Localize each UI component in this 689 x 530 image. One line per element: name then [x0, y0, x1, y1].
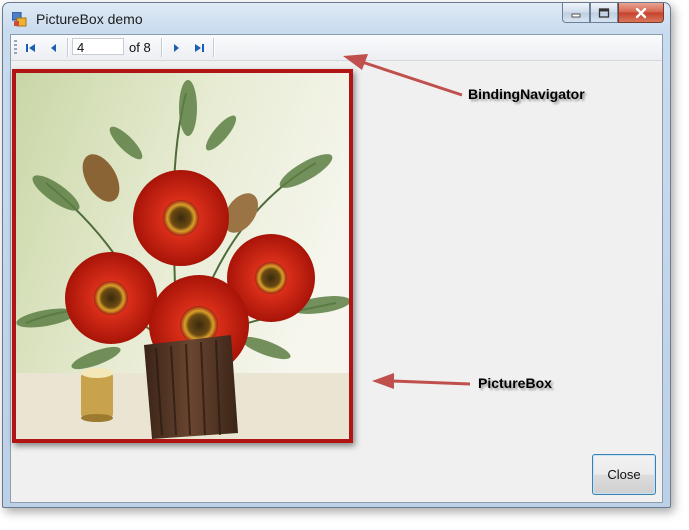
binding-navigator-annotation: BindingNavigator	[468, 86, 585, 102]
picturebox-annotation: PictureBox	[478, 375, 552, 391]
annotation-arrows	[343, 54, 471, 389]
